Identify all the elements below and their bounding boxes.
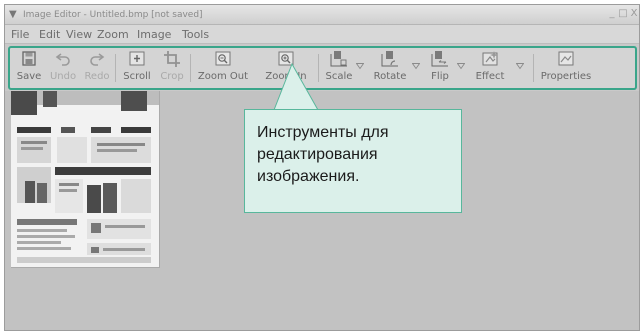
callout-line-2: редактирования bbox=[257, 146, 378, 163]
callout-line-3: изображения. bbox=[257, 168, 360, 185]
callout-box: Инструменты для редактирования изображен… bbox=[244, 109, 462, 213]
callout-line-1: Инструменты для bbox=[257, 124, 389, 141]
